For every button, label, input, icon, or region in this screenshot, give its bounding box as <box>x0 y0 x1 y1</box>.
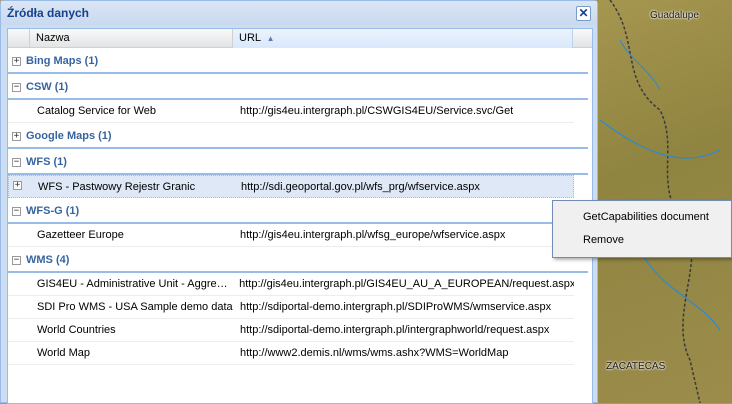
collapse-icon[interactable]: − <box>12 83 21 92</box>
menu-item-getcapabilities[interactable]: GetCapabilities document <box>553 206 731 229</box>
collapse-icon[interactable]: − <box>12 207 21 216</box>
cell-url: http://www2.demis.nl/wms/wms.ashx?WMS=Wo… <box>240 347 509 359</box>
cell-name: GIS4EU - Administrative Unit - Aggrega..… <box>36 278 234 290</box>
table-row[interactable]: + WFS - Pastwowy Rejestr Granic http://sdi… <box>8 175 574 198</box>
group-title: WFS (1) <box>26 156 67 168</box>
context-menu: GetCapabilities document Remove <box>552 200 732 258</box>
cell-name: SDI Pro WMS - USA Sample demo data <box>37 301 233 313</box>
table-row[interactable]: World Countries http://sdiportal-demo.int… <box>8 319 574 342</box>
group-title: Google Maps (1) <box>26 130 112 142</box>
cell-name: Gazetteer Europe <box>37 229 124 241</box>
data-sources-grid: Nazwa URL ▲ + Bing Maps (1) − CSW (1) Catalo… <box>7 28 593 404</box>
group-header[interactable]: − WMS (4) <box>8 247 588 273</box>
column-header-url[interactable]: URL ▲ <box>233 29 573 48</box>
table-row[interactable]: GIS4EU - Administrative Unit - Aggrega..… <box>8 273 574 296</box>
expand-icon[interactable]: + <box>13 181 22 190</box>
group-header[interactable]: − CSW (1) <box>8 74 588 100</box>
row-expander[interactable]: + <box>9 175 31 198</box>
grid-header: Nazwa URL ▲ <box>8 29 592 48</box>
cell-name: World Map <box>37 347 90 359</box>
window-title: Źródła danych <box>7 6 90 20</box>
expand-icon[interactable]: + <box>12 132 21 141</box>
map-label-guadalupe: Guadalupe <box>650 10 699 21</box>
cell-url: http://sdi.geoportal.gov.pl/wfs_prg/wfse… <box>241 180 480 193</box>
group-title: WFS-G (1) <box>26 205 80 217</box>
data-sources-window: Źródła danych ✕ Nazwa URL ▲ + Bing Maps (… <box>0 0 598 404</box>
column-header-url-label: URL <box>239 32 261 44</box>
group-header[interactable]: − WFS (1) <box>8 149 588 175</box>
column-header-name[interactable]: Nazwa <box>30 29 233 48</box>
grid-body: + Bing Maps (1) − CSW (1) Catalog Service fo… <box>8 48 592 365</box>
menu-item-remove[interactable]: Remove <box>553 229 731 252</box>
column-header-name-label: Nazwa <box>36 32 70 44</box>
collapse-icon[interactable]: − <box>12 256 21 265</box>
collapse-icon[interactable]: − <box>12 158 21 167</box>
cell-name: World Countries <box>37 324 116 336</box>
row-expander[interactable] <box>8 319 30 342</box>
expander-column-header <box>8 29 30 48</box>
cell-url: http://sdiportal-demo.intergraph.pl/inte… <box>240 324 550 336</box>
window-titlebar[interactable]: Źródła danych ✕ <box>1 1 597 25</box>
cell-url: http://sdiportal-demo.intergraph.pl/SDIP… <box>240 301 552 313</box>
column-header-filler <box>573 29 592 48</box>
group-header[interactable]: + Bing Maps (1) <box>8 48 588 74</box>
row-expander[interactable] <box>8 273 30 296</box>
cell-name: WFS - Pastwowy Rejestr Granic <box>38 180 196 193</box>
cell-name: Catalog Service for Web <box>37 105 157 117</box>
sort-ascending-icon: ▲ <box>266 34 275 43</box>
row-expander[interactable] <box>8 342 30 365</box>
cell-url: http://gis4eu.intergraph.pl/GIS4EU_AU_A_… <box>239 278 574 290</box>
row-expander[interactable] <box>8 100 30 123</box>
cell-url: http://gis4eu.intergraph.pl/CSWGIS4EU/Se… <box>240 105 514 117</box>
row-expander[interactable] <box>8 224 30 247</box>
group-title: Bing Maps (1) <box>26 55 99 67</box>
group-title: CSW (1) <box>26 81 69 93</box>
group-header[interactable]: − WFS-G (1) <box>8 198 588 224</box>
table-row[interactable]: World Map http://www2.demis.nl/wms/wms.as… <box>8 342 574 365</box>
cell-url: http://gis4eu.intergraph.pl/wfsg_europe/… <box>240 229 506 241</box>
group-title: WMS (4) <box>26 254 70 266</box>
row-expander[interactable] <box>8 296 30 319</box>
table-row[interactable]: SDI Pro WMS - USA Sample demo data http:/… <box>8 296 574 319</box>
group-header[interactable]: + Google Maps (1) <box>8 123 588 149</box>
map-label-zacatecas: ZACATECAS <box>606 361 666 372</box>
close-icon[interactable]: ✕ <box>576 6 591 21</box>
expand-icon[interactable]: + <box>12 57 21 66</box>
table-row[interactable]: Catalog Service for Web http://gis4eu.int… <box>8 100 574 123</box>
table-row[interactable]: Gazetteer Europe http://gis4eu.intergraph… <box>8 224 574 247</box>
